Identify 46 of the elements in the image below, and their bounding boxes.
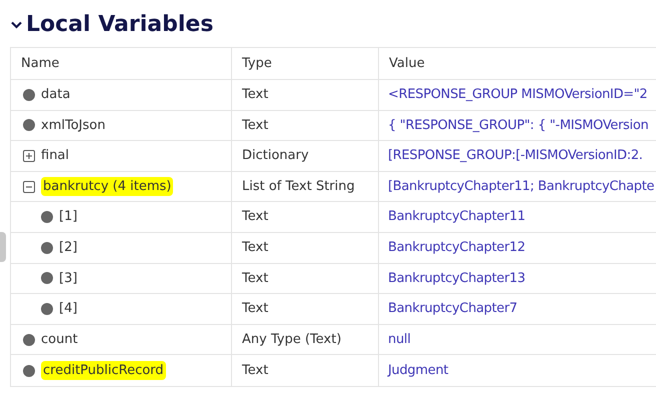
type-cell-text: Text — [242, 86, 268, 104]
chevron-icon[interactable] — [10, 18, 22, 30]
value-cell-text: Judgment — [388, 362, 448, 380]
type-cell-text: Text — [242, 239, 268, 258]
type-cell-text: Text — [242, 116, 268, 135]
bullet-icon — [41, 302, 53, 315]
value-cell-text: BankruptcyChapter7 — [388, 300, 518, 318]
bullet-icon — [23, 88, 35, 101]
bullet-icon — [41, 242, 53, 254]
type-cell-text: Any Type (Text) — [242, 330, 342, 349]
variable-name: creditPublicRecord — [41, 360, 166, 380]
section-title: Local Variables — [26, 14, 214, 36]
column-header: Value — [389, 54, 425, 73]
type-cell-text: Dictionary — [242, 147, 309, 166]
type-cell-text: Text — [242, 300, 268, 318]
variable-name: final — [41, 147, 70, 166]
resize-handle[interactable] — [0, 232, 6, 262]
type-cell-text: Text — [242, 362, 268, 380]
value-cell-text: BankruptcyChapter11 — [388, 208, 526, 226]
value-cell-text: null — [388, 330, 411, 349]
bullet-icon — [23, 364, 35, 377]
collapse-icon[interactable] — [23, 180, 35, 193]
column-header: Name — [21, 54, 60, 73]
expand-icon[interactable] — [23, 150, 35, 162]
value-cell-text: [RESPONSE_GROUP:[-MISMOVersionID:2. — [388, 147, 643, 166]
value-cell-text: <RESPONSE_GROUP MISMOVersionID="2 — [388, 86, 648, 104]
variable-name: count — [41, 330, 78, 349]
variable-name: data — [41, 86, 70, 104]
variable-name: [3] — [59, 270, 78, 288]
value-cell-text: BankruptcyChapter12 — [388, 239, 526, 258]
variable-name: [4] — [59, 300, 78, 318]
type-cell-text: List of Text String — [242, 178, 355, 196]
type-cell-text: Text — [242, 270, 268, 288]
value-cell-text: BankruptcyChapter13 — [388, 270, 526, 288]
value-cell-text: { "RESPONSE_GROUP": { "-MISMOVersion — [388, 116, 648, 135]
bullet-icon — [41, 272, 53, 284]
variable-name: [2] — [59, 239, 78, 258]
bullet-icon — [41, 211, 53, 224]
variable-name: [1] — [59, 208, 78, 226]
variable-name: xmlToJson — [41, 116, 106, 135]
type-cell-text: Text — [242, 208, 268, 226]
column-header: Type — [242, 54, 272, 73]
bullet-icon — [23, 334, 35, 346]
value-cell-text: [BankruptcyChapter11; BankruptcyChapte — [388, 178, 654, 196]
variable-name: bankrutcy (4 items) — [41, 176, 174, 196]
bullet-icon — [23, 119, 35, 132]
